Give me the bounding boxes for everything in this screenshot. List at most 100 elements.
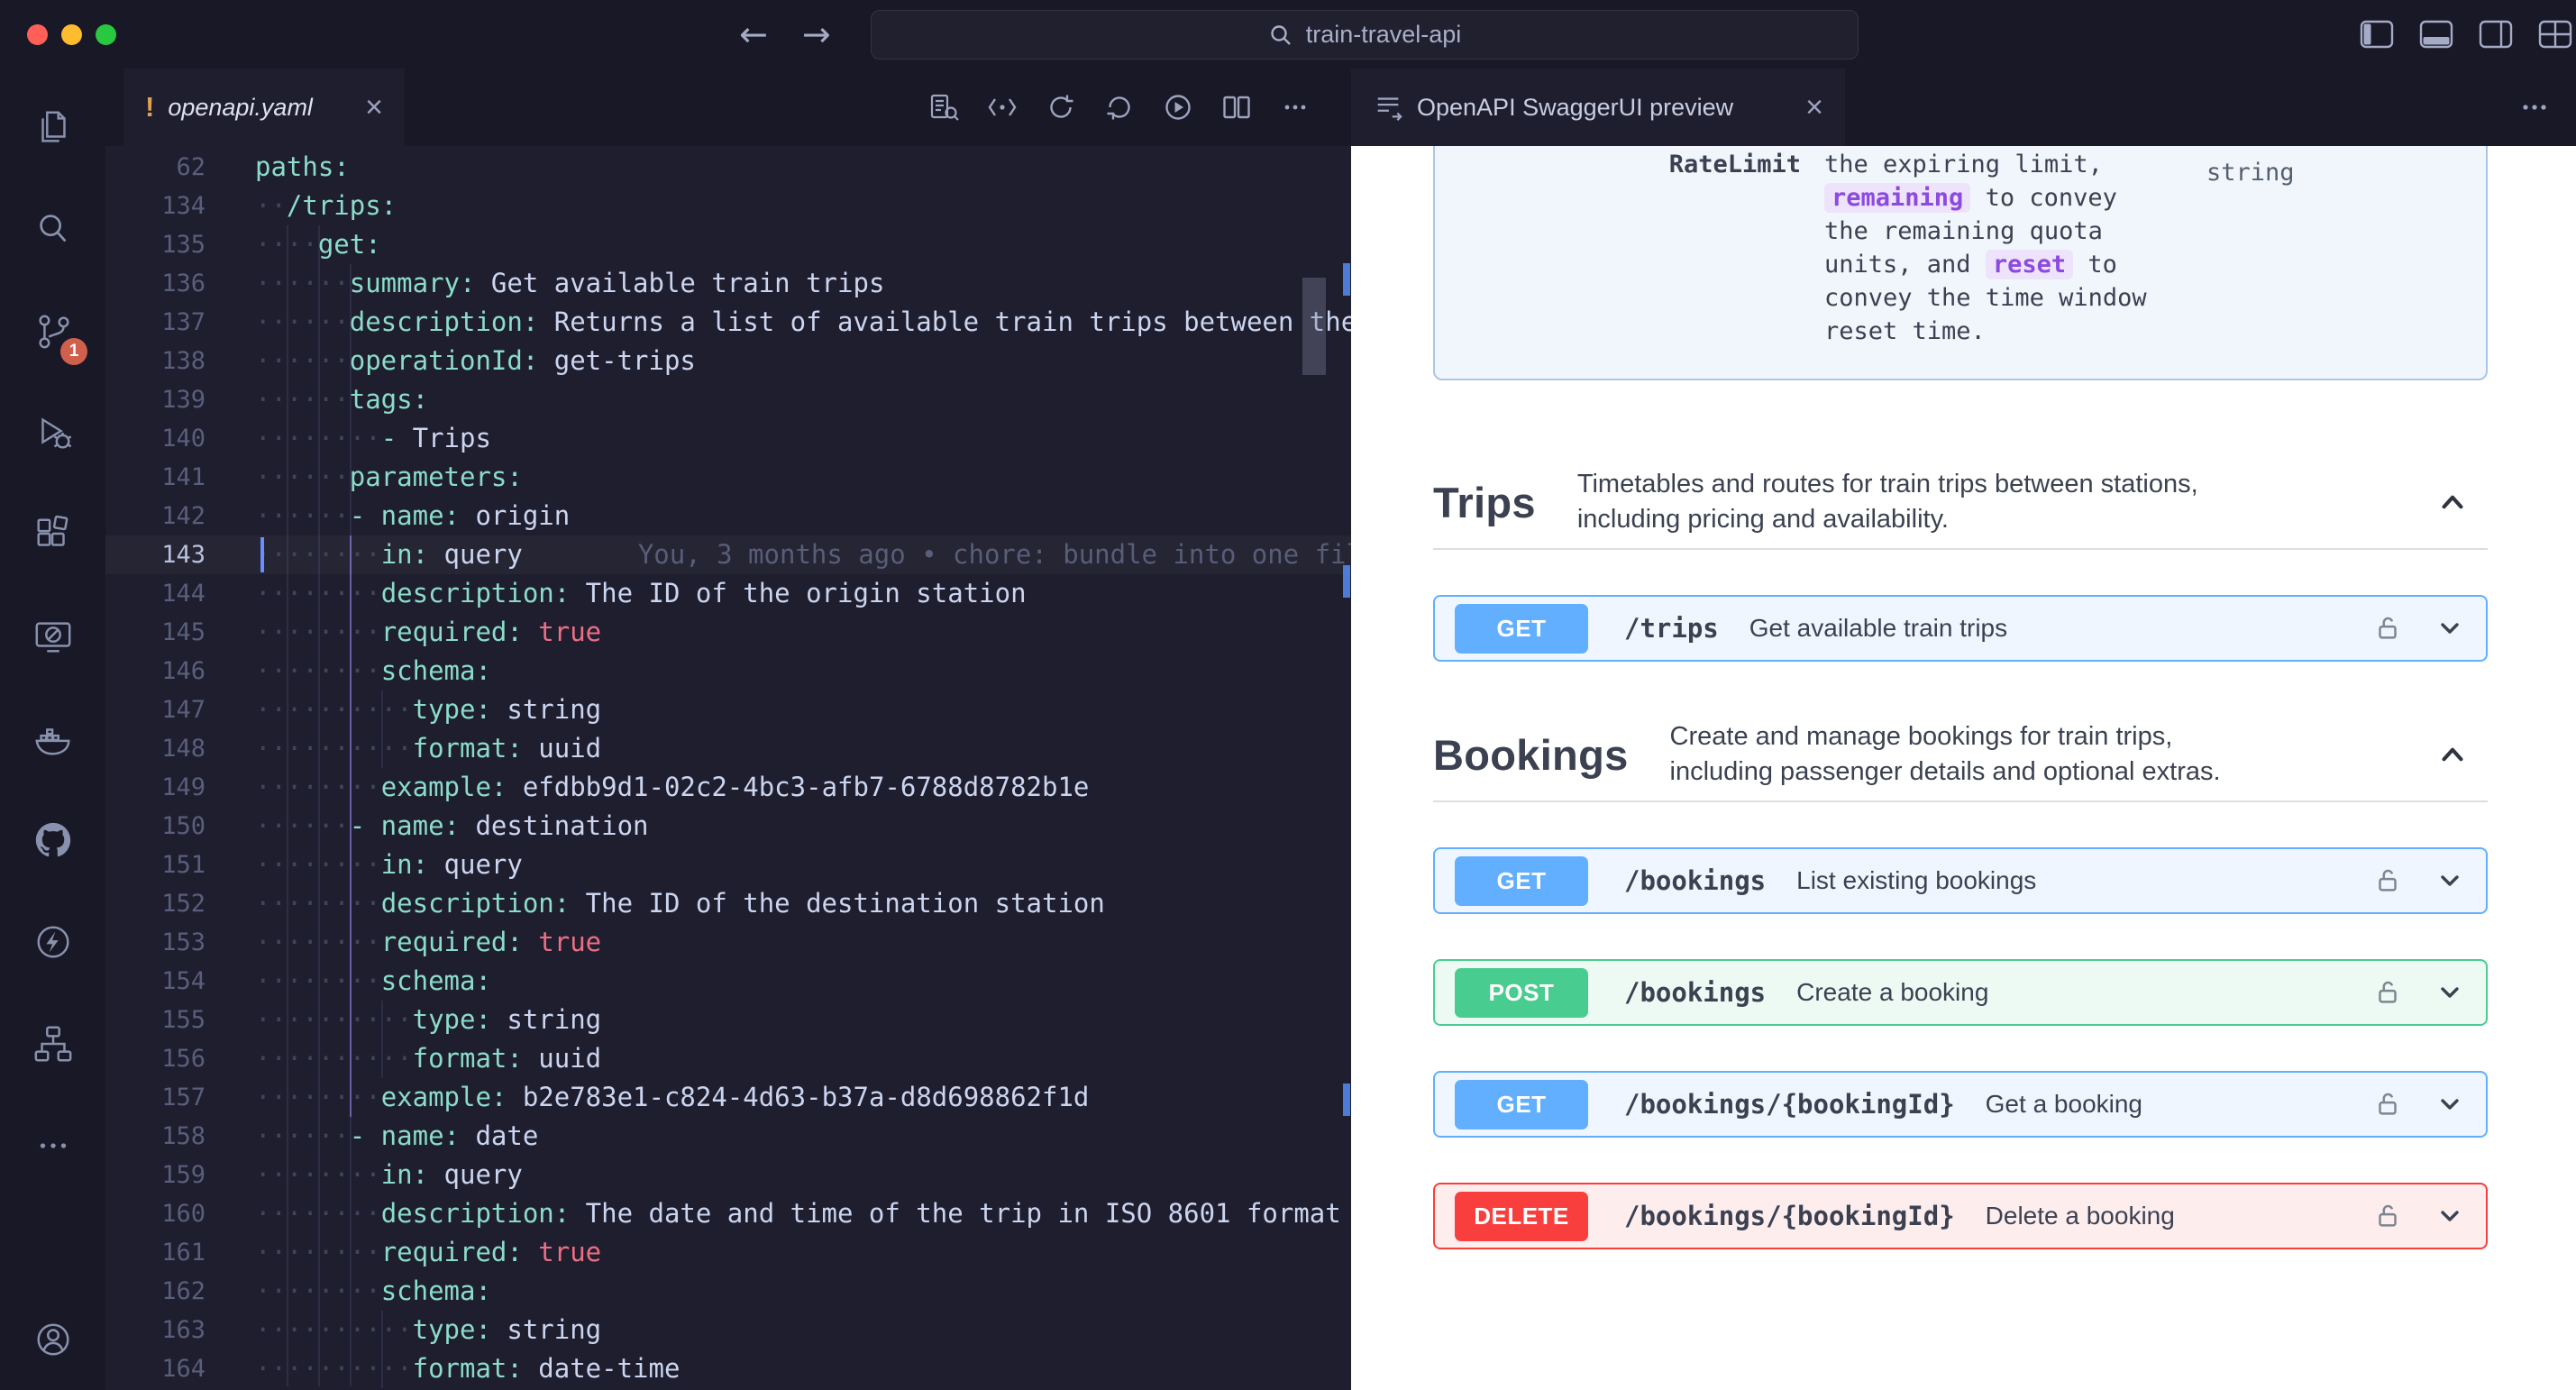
section-header[interactable]: Bookings Create and manage bookings for t… (1433, 719, 2488, 802)
command-center-search[interactable]: train-travel-api (871, 10, 1859, 59)
code-line[interactable]: ········required: true (105, 923, 1351, 962)
code-line[interactable]: ······description: Returns a list of ava… (105, 303, 1351, 342)
close-window-button[interactable] (27, 23, 48, 45)
code-line[interactable]: ········description: The ID of the origi… (105, 574, 1351, 613)
back-arrow-icon[interactable]: ← (739, 14, 768, 54)
code-line[interactable]: ········description: The ID of the desti… (105, 884, 1351, 923)
line-number[interactable]: 143 (105, 535, 206, 574)
line-number[interactable]: 140 (105, 419, 206, 458)
code-line[interactable]: ········description: The date and time o… (105, 1194, 1351, 1233)
expand-operation-icon[interactable] (2434, 1088, 2466, 1120)
openapi-preview-icon[interactable] (927, 91, 960, 123)
line-number[interactable]: 149 (105, 768, 206, 807)
resume-icon[interactable] (1103, 91, 1136, 123)
line-number[interactable]: 150 (105, 807, 206, 846)
expand-operation-icon[interactable] (2434, 976, 2466, 1009)
code-line[interactable]: ··/trips: (105, 187, 1351, 225)
extensions-icon[interactable] (0, 483, 105, 585)
line-number[interactable]: 144 (105, 574, 206, 613)
line-number[interactable]: 147 (105, 690, 206, 729)
line-number[interactable]: 146 (105, 652, 206, 690)
line-number[interactable]: 134 (105, 187, 206, 225)
toggle-primary-sidebar-icon[interactable] (2360, 20, 2394, 49)
operation-row[interactable]: GET/bookings List existing bookings (1433, 847, 2488, 914)
code-line[interactable]: ······summary: Get available train trips (105, 264, 1351, 303)
line-number[interactable]: 152 (105, 884, 206, 923)
code-line[interactable]: ········required: true (105, 1233, 1351, 1272)
line-number[interactable]: 145 (105, 613, 206, 652)
run-and-debug-icon[interactable] (0, 381, 105, 483)
close-tab-icon[interactable]: × (1805, 92, 1823, 123)
toggle-panel-icon[interactable] (2419, 20, 2453, 49)
line-number[interactable]: 163 (105, 1311, 206, 1349)
code-line[interactable]: ··········type: string (105, 1001, 1351, 1039)
line-number[interactable]: 142 (105, 497, 206, 535)
code-line[interactable]: ······- name: origin (105, 497, 1351, 535)
zoom-window-button[interactable] (96, 23, 116, 45)
code-line[interactable]: paths: (105, 148, 1351, 187)
code-editor[interactable]: 62 134 135 136 137 138 139 140 141 142 143 144 145 14… (105, 146, 1351, 1390)
auth-lock-icon[interactable] (2372, 613, 2403, 644)
expand-operation-icon[interactable] (2434, 1200, 2466, 1232)
customize-layout-icon[interactable] (2538, 20, 2572, 49)
code-line[interactable]: ········schema: (105, 652, 1351, 690)
editor-scrollbar-thumb[interactable] (1302, 278, 1326, 375)
code-line[interactable]: ········example: b2e783e1-c824-4d63-b37a… (105, 1078, 1351, 1117)
tab-swagger-preview[interactable]: OpenAPI SwaggerUI preview × (1351, 69, 1845, 146)
line-number[interactable]: 139 (105, 380, 206, 419)
line-number[interactable]: 155 (105, 1001, 206, 1039)
line-number[interactable]: 161 (105, 1233, 206, 1272)
expand-operation-icon[interactable] (2434, 612, 2466, 645)
code-line[interactable]: ······- name: date (105, 1117, 1351, 1156)
account-icon[interactable] (0, 1288, 105, 1390)
more-actions-icon[interactable] (2517, 69, 2553, 146)
line-number[interactable]: 148 (105, 729, 206, 768)
code-line[interactable]: ··········format: uuid (105, 1039, 1351, 1078)
code-line[interactable]: ········in: query (105, 1156, 1351, 1194)
restart-preview-icon[interactable] (1045, 91, 1077, 123)
expand-operation-icon[interactable] (2434, 864, 2466, 897)
line-number[interactable]: 153 (105, 923, 206, 962)
code-line[interactable]: ········schema: (105, 1272, 1351, 1311)
line-number[interactable]: 160 (105, 1194, 206, 1233)
line-number[interactable]: 141 (105, 458, 206, 497)
code-line[interactable]: ········in: query (105, 846, 1351, 884)
code-line[interactable]: ········- Trips (105, 419, 1351, 458)
line-number[interactable]: 156 (105, 1039, 206, 1078)
line-number[interactable]: 62 (105, 148, 206, 187)
docker-icon[interactable] (0, 687, 105, 789)
toggle-symbols-icon[interactable] (986, 91, 1019, 123)
line-number[interactable]: 159 (105, 1156, 206, 1194)
code-line[interactable]: ······operationId: get-trips (105, 342, 1351, 380)
line-number[interactable]: 135 (105, 225, 206, 264)
close-tab-icon[interactable]: × (365, 92, 383, 123)
code-line[interactable]: ········schema: (105, 962, 1351, 1001)
more-views-icon[interactable] (0, 1094, 105, 1196)
toggle-secondary-sidebar-icon[interactable] (2479, 20, 2513, 49)
thunder-client-icon[interactable] (0, 891, 105, 992)
operation-row[interactable]: GET/bookings/{bookingId} Get a booking (1433, 1071, 2488, 1138)
line-number[interactable]: 154 (105, 962, 206, 1001)
operation-row[interactable]: GET/trips Get available train trips (1433, 595, 2488, 662)
operation-row[interactable]: DELETE/bookings/{bookingId} Delete a book… (1433, 1183, 2488, 1249)
code-line[interactable]: ········required: true (105, 613, 1351, 652)
run-icon[interactable] (1162, 91, 1194, 123)
code-line[interactable]: ··········format: uuid (105, 729, 1351, 768)
github-icon[interactable] (0, 789, 105, 891)
line-number[interactable]: 137 (105, 303, 206, 342)
auth-lock-icon[interactable] (2372, 977, 2403, 1008)
code-line[interactable]: ······- name: destination (105, 807, 1351, 846)
line-number[interactable]: 151 (105, 846, 206, 884)
auth-lock-icon[interactable] (2372, 1089, 2403, 1120)
auth-lock-icon[interactable] (2372, 1201, 2403, 1231)
code-line[interactable]: ······parameters: (105, 458, 1351, 497)
live-preview-icon[interactable] (0, 585, 105, 687)
line-number[interactable]: 164 (105, 1349, 206, 1388)
more-actions-icon[interactable] (1279, 91, 1311, 123)
line-number[interactable]: 162 (105, 1272, 206, 1311)
code-line[interactable]: ··········type: string (105, 690, 1351, 729)
code-line[interactable]: ······tags: (105, 380, 1351, 419)
line-number[interactable]: 136 (105, 264, 206, 303)
code-line[interactable]: ········example: efdbb9d1-02c2-4bc3-afb7… (105, 768, 1351, 807)
forward-arrow-icon[interactable]: → (802, 14, 831, 54)
